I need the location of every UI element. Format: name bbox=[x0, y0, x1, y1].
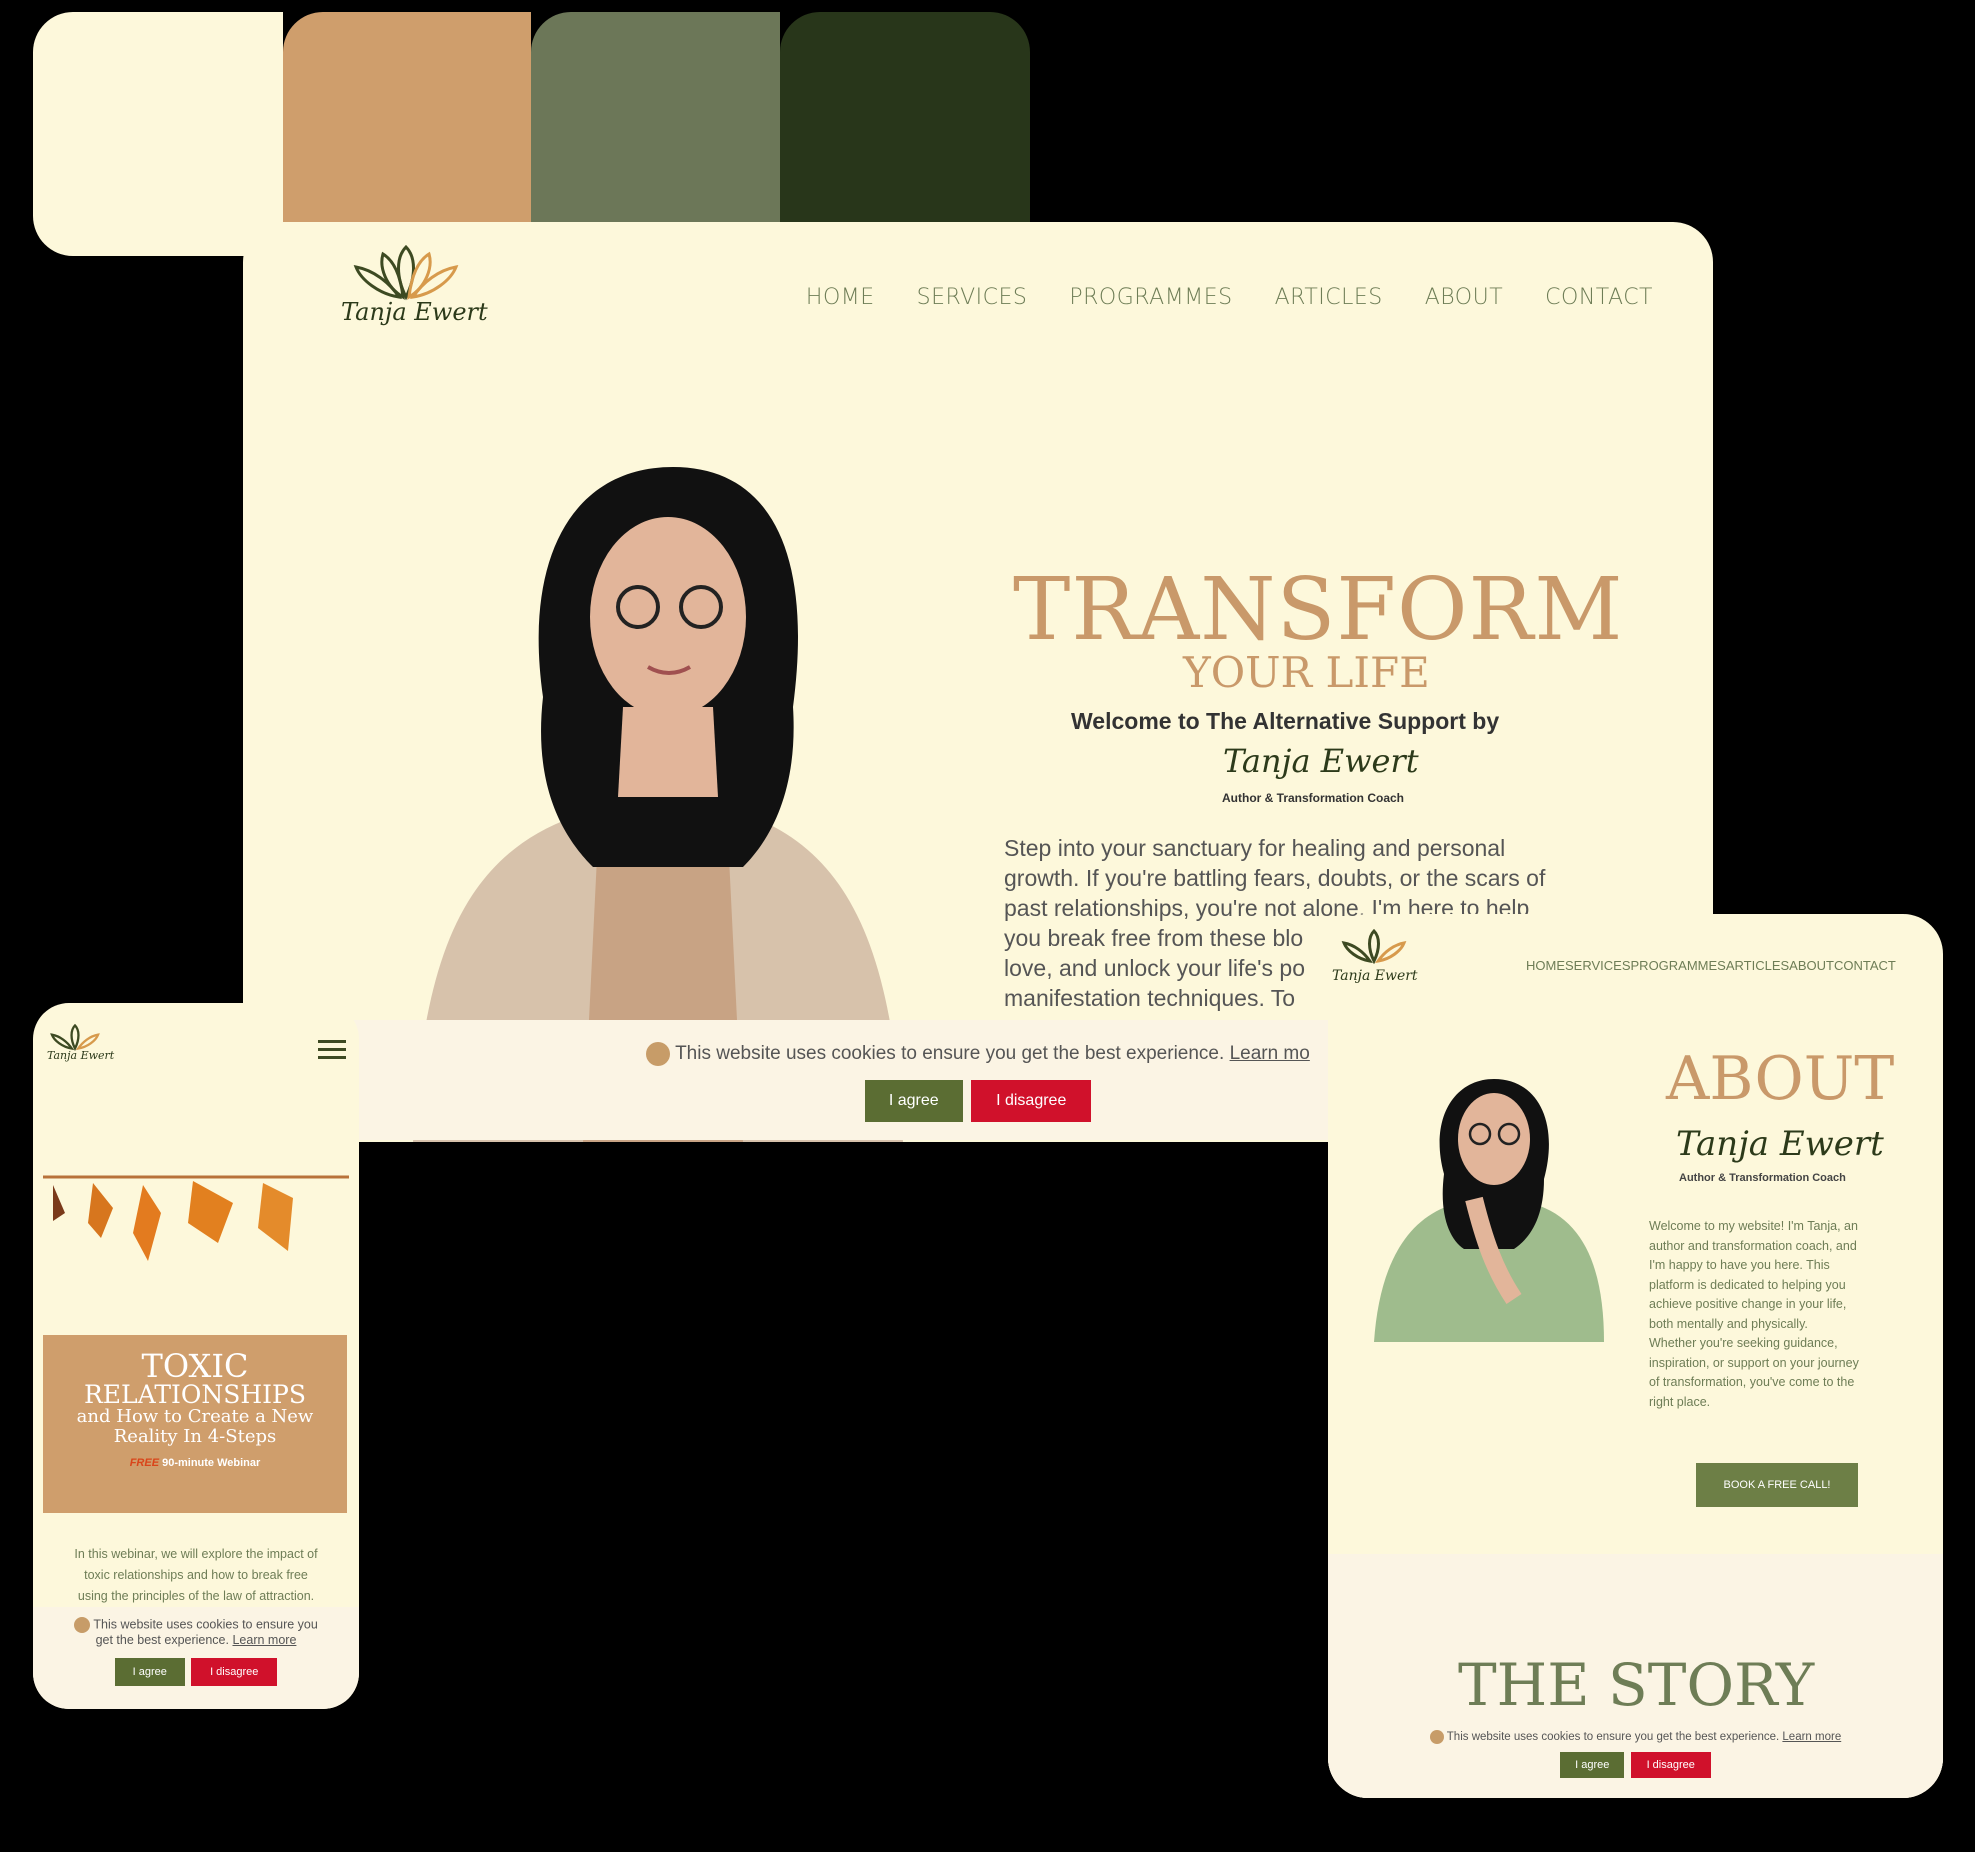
logo-text: Tanja Ewert bbox=[1332, 968, 1418, 984]
mobile-cookie-bar: This website uses cookies to ensure you … bbox=[33, 1607, 359, 1709]
webinar-description: In this webinar, we will explore the imp… bbox=[74, 1547, 318, 1603]
cookie-icon bbox=[646, 1042, 671, 1066]
about-paragraph: Welcome to my website! I'm Tanja, an aut… bbox=[1649, 1219, 1859, 1409]
tablet-nav[interactable]: HOMESERVICESPROGRAMMESARTICLESABOUTCONTA… bbox=[1526, 958, 1896, 973]
book-call-button[interactable]: BOOK A FREE CALL! bbox=[1696, 1463, 1858, 1507]
welcome-heading: Welcome to The Alternative Support by bbox=[1071, 708, 1500, 734]
signature: Tanja Ewert bbox=[1676, 1124, 1884, 1164]
webinar-title-1: TOXIC bbox=[141, 1347, 249, 1385]
webinar-length: 90-minute Webinar bbox=[162, 1457, 261, 1469]
nav-contact[interactable]: CONTACT bbox=[1545, 285, 1653, 310]
agree-button[interactable]: I agree bbox=[1560, 1752, 1625, 1778]
swatch-tan bbox=[283, 12, 531, 256]
agree-button[interactable]: I agree bbox=[114, 1658, 185, 1686]
nav-about[interactable]: ABOUT bbox=[1425, 285, 1503, 310]
nav-programmes[interactable]: PROGRAMMES bbox=[1069, 285, 1232, 310]
webinar-sub-2: Reality In 4-Steps bbox=[113, 1426, 277, 1447]
cookie-icon bbox=[74, 1617, 91, 1633]
nav-articles[interactable]: ARTICLES bbox=[1275, 285, 1383, 310]
lotus-icon bbox=[353, 244, 459, 301]
webinar-title-2: RELATIONSHIPS bbox=[83, 1380, 307, 1409]
logo-text: Tanja Ewert bbox=[47, 1049, 115, 1062]
butterflies-image bbox=[43, 1175, 349, 1261]
cookie-text: This website uses cookies to ensure you … bbox=[675, 1043, 1225, 1065]
tagline: Author & Transformation Coach bbox=[1222, 791, 1405, 805]
cookie-learn-more[interactable]: Learn more bbox=[232, 1633, 296, 1647]
tablet-cookie-bar: This website uses cookies to ensure you … bbox=[1328, 1720, 1943, 1798]
tablet-about-page: Tanja Ewert HOMESERVICESPROGRAMMESARTICL… bbox=[1328, 914, 1943, 1798]
disagree-button[interactable]: I disagree bbox=[971, 1080, 1092, 1122]
tagline: Author & Transformation Coach bbox=[1679, 1172, 1846, 1184]
swatch-cream bbox=[33, 12, 283, 256]
disagree-button[interactable]: I disagree bbox=[191, 1658, 278, 1686]
webinar-banner[interactable]: TOXIC RELATIONSHIPS and How to Create a … bbox=[43, 1335, 347, 1513]
lotus-icon[interactable] bbox=[45, 1023, 105, 1051]
story-title: THE STORY bbox=[1458, 1651, 1815, 1719]
webinar-sub-1: and How to Create a New bbox=[76, 1406, 314, 1427]
disagree-button[interactable]: I disagree bbox=[1630, 1752, 1711, 1778]
webinar-free: FREE bbox=[129, 1457, 160, 1469]
about-title: ABOUT bbox=[1666, 1044, 1895, 1114]
nav-services[interactable]: SERVICES bbox=[917, 285, 1028, 310]
cookie-text-2: get the best experience. bbox=[95, 1633, 229, 1647]
main-nav: HOME SERVICES PROGRAMMES ARTICLES ABOUT CONTA… bbox=[764, 285, 1653, 310]
hero-subtitle: YOUR LIFE bbox=[1183, 648, 1430, 697]
hamburger-menu-icon[interactable] bbox=[318, 1040, 346, 1059]
cookie-icon bbox=[1429, 1730, 1444, 1744]
lotus-icon[interactable] bbox=[1334, 928, 1414, 964]
agree-button[interactable]: I agree bbox=[864, 1080, 963, 1122]
cookie-text-1: This website uses cookies to ensure you bbox=[93, 1617, 318, 1632]
cookie-text: This website uses cookies to ensure you … bbox=[1446, 1731, 1780, 1744]
mobile-webinar-page: Tanja Ewert TOXIC RELATIONSHIPS and How … bbox=[33, 1003, 359, 1709]
logo-text: Tanja Ewert bbox=[341, 298, 488, 326]
nav-home[interactable]: HOME bbox=[806, 285, 875, 310]
cookie-learn-more[interactable]: Learn mo bbox=[1230, 1043, 1310, 1064]
cookie-learn-more[interactable]: Learn more bbox=[1782, 1731, 1841, 1743]
hero-title: TRANSFORM bbox=[1013, 560, 1624, 660]
about-portrait bbox=[1374, 1079, 1604, 1342]
logo[interactable]: Tanja Ewert bbox=[341, 242, 488, 332]
swatch-forest bbox=[780, 12, 1030, 256]
signature: Tanja Ewert bbox=[1223, 742, 1419, 780]
swatch-sage bbox=[531, 12, 780, 256]
